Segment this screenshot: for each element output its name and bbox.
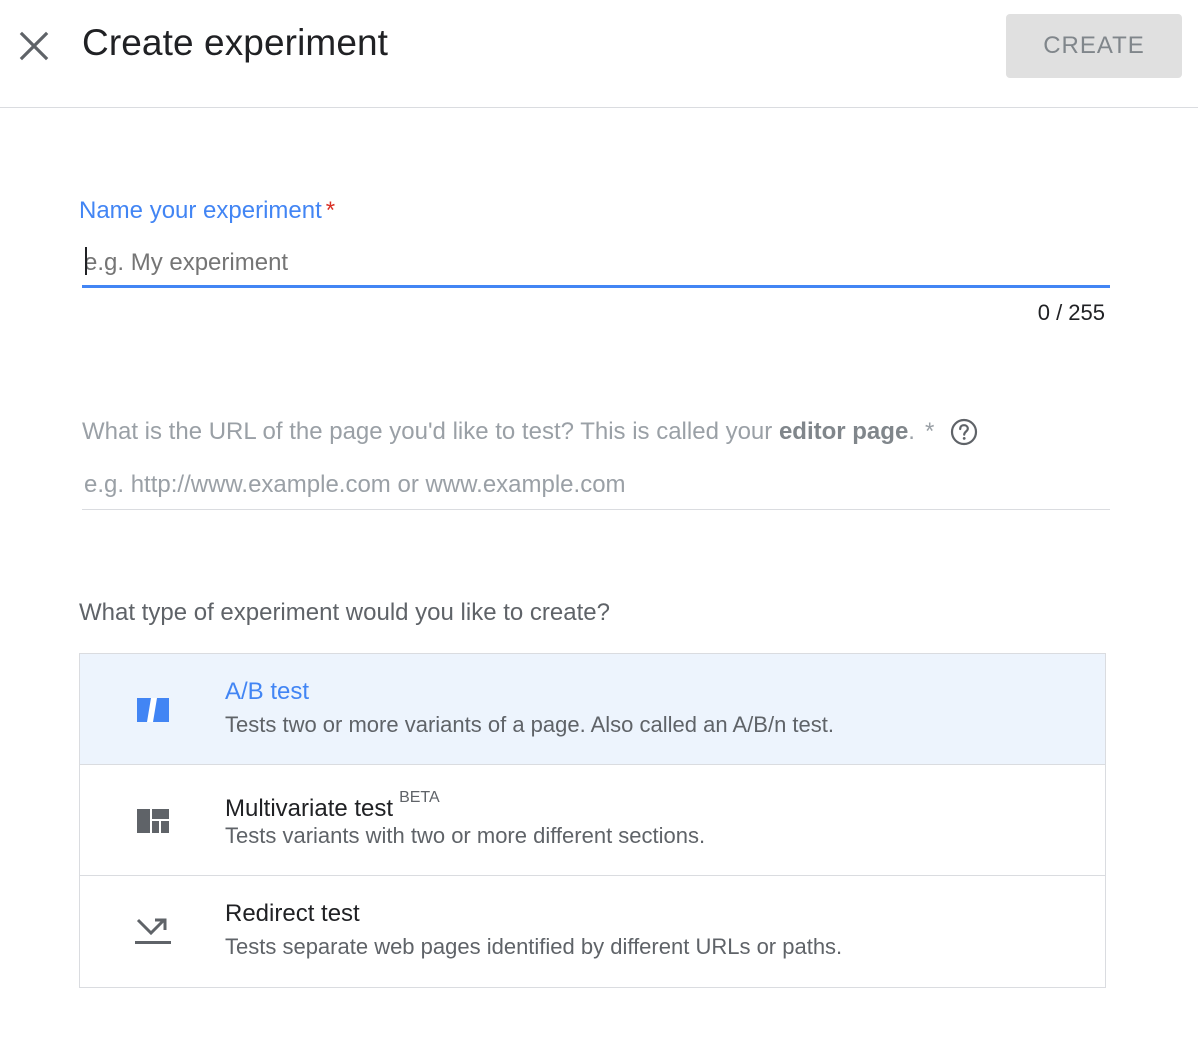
- option-ab-test[interactable]: A/B test Tests two or more variants of a…: [80, 654, 1105, 765]
- create-button[interactable]: CREATE: [1006, 14, 1182, 78]
- experiment-type-question: What type of experiment would you like t…: [79, 599, 610, 626]
- option-description: Tests separate web pages identified by d…: [225, 934, 843, 959]
- required-mark: *: [924, 418, 935, 445]
- option-title: Redirect test: [225, 900, 360, 928]
- experiment-name-input[interactable]: [82, 240, 1110, 288]
- name-field-label: Name your experiment *: [79, 197, 335, 225]
- option-title: A/B test: [225, 678, 309, 706]
- dialog-header: Create experiment CREATE: [0, 0, 1198, 108]
- url-field-label: What is the URL of the page you'd like t…: [82, 418, 978, 446]
- beta-badge: BETA: [399, 789, 440, 806]
- url-label-suffix: .: [908, 418, 915, 445]
- text-caret: [85, 247, 87, 275]
- option-description: Tests two or more variants of a page. Al…: [225, 712, 834, 737]
- close-button[interactable]: [14, 26, 54, 66]
- help-icon: [951, 418, 978, 446]
- option-title-text: Redirect test: [225, 900, 360, 927]
- required-mark: *: [325, 197, 336, 224]
- editor-page-url-input[interactable]: [82, 460, 1110, 510]
- character-counter: 0 / 255: [1037, 300, 1105, 325]
- multivariate-icon: [137, 809, 169, 833]
- option-title-text: A/B test: [225, 678, 310, 705]
- option-multivariate-test[interactable]: Multivariate test BETA Tests variants wit…: [80, 765, 1105, 876]
- url-label-bold: editor page: [778, 418, 909, 445]
- option-redirect-test[interactable]: Redirect test Tests separate web pages i…: [80, 876, 1105, 987]
- page-title: Create experiment: [82, 22, 389, 63]
- option-title-text: Multivariate test: [225, 795, 394, 822]
- close-icon: [19, 31, 49, 61]
- option-description: Tests variants with two or more differen…: [225, 823, 706, 848]
- help-button[interactable]: [950, 418, 978, 446]
- ab-test-icon: [137, 698, 169, 722]
- experiment-type-list: A/B test Tests two or more variants of a…: [79, 653, 1106, 988]
- url-label-prefix: What is the URL of the page you'd like t…: [82, 418, 779, 445]
- name-field-label-text: Name your experiment: [79, 197, 322, 224]
- redirect-icon: [135, 918, 171, 944]
- option-title: Multivariate test BETA: [225, 789, 440, 823]
